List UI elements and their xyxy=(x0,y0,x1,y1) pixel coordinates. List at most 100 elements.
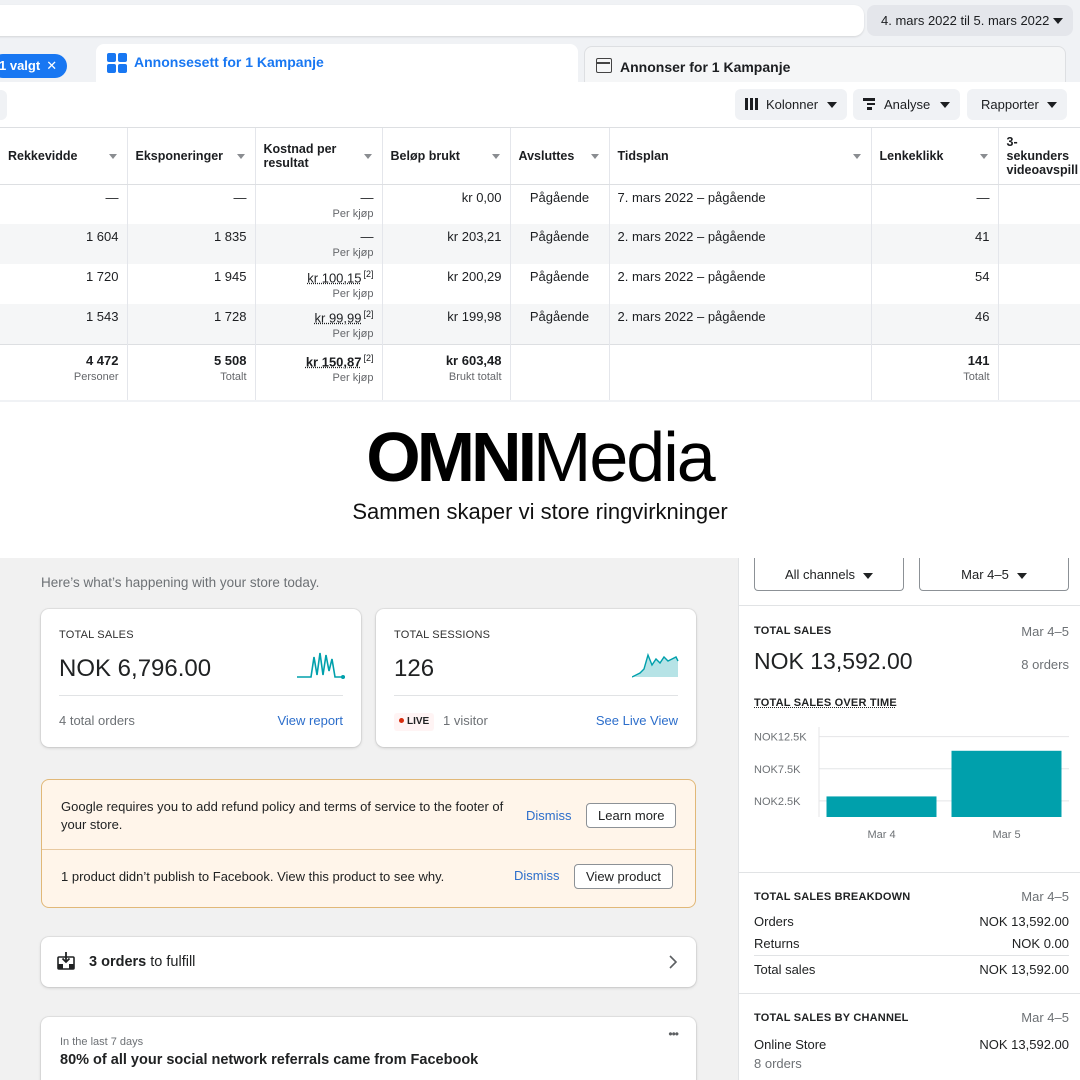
column-header-schedule[interactable]: Tidsplan xyxy=(609,128,872,185)
total-video-plays xyxy=(998,343,1080,400)
total-sales-amount: NOK 13,592.00 xyxy=(754,648,913,674)
cell-ends: Pågående xyxy=(510,224,610,264)
sort-icon xyxy=(590,154,599,159)
search-bar[interactable] xyxy=(0,5,864,36)
orders-to-fulfill-text: 3 orders to fulfill xyxy=(89,954,196,970)
breakdown-row-total: Total sales NOK 13,592.00 xyxy=(754,962,1069,977)
cell-schedule: 7. mars 2022 – pågående xyxy=(609,184,872,224)
notice-banner: Google requires you to add refund policy… xyxy=(41,779,696,908)
table-row[interactable]: 1 720 1 945 kr 100,15 [2] Per kjøp kr 200,… xyxy=(0,264,1080,304)
y-tick-label: NOK2.5K xyxy=(754,796,801,808)
brand-banner: OMNIMedia Sammen skaper vi store ringvir… xyxy=(0,402,1080,558)
view-report-link[interactable]: View report xyxy=(277,713,343,728)
sort-icon xyxy=(979,154,988,159)
chevron-down-icon xyxy=(863,572,874,579)
adsets-grid-icon xyxy=(107,53,127,73)
toolbar-edge xyxy=(0,90,7,120)
columns-icon xyxy=(745,98,759,110)
view-product-button[interactable]: View product xyxy=(574,864,673,889)
see-live-view-link[interactable]: See Live View xyxy=(596,713,678,728)
cell-video-plays xyxy=(998,184,1080,224)
x-tick-label: Mar 4 xyxy=(867,829,895,841)
channel-row-online-store: Online Store NOK 13,592.00 xyxy=(754,1037,1069,1052)
sort-icon xyxy=(363,154,372,159)
ad-window-icon xyxy=(596,58,612,73)
close-icon[interactable]: ✕ xyxy=(46,58,57,73)
omni-media-logo: OMNIMedia xyxy=(366,418,715,496)
sales-by-channel-section: TOTAL SALES BY CHANNEL Mar 4–5 Online St… xyxy=(739,993,1080,1080)
cell-impressions: 1 945 xyxy=(127,264,256,304)
live-badge: LIVE xyxy=(394,711,435,731)
columns-label: Kolonner xyxy=(766,97,819,112)
shopify-dashboard: Here’s what’s happening with your store … xyxy=(0,558,1080,1080)
total-cost-per-result[interactable]: kr 150,87 [2] Per kjøp xyxy=(255,343,383,400)
dismiss-button[interactable]: Dismiss xyxy=(514,868,560,883)
sales-breakdown-title: TOTAL SALES BREAKDOWN xyxy=(754,891,911,903)
total-sessions-label: TOTAL SESSIONS xyxy=(394,629,491,641)
chevron-down-icon xyxy=(1016,572,1027,579)
channel-select[interactable]: All channels xyxy=(754,558,904,591)
chart-bar xyxy=(951,750,1062,817)
column-header-amount-spent[interactable]: Beløp brukt xyxy=(382,128,511,185)
total-impressions: 5 508 Totalt xyxy=(127,343,256,400)
tab-ads[interactable]: Annonser for 1 Kampanje xyxy=(584,46,1066,84)
table-row[interactable]: 1 543 1 728 kr 99,99 [2] Per kjøp kr 199,9… xyxy=(0,304,1080,344)
total-link-clicks: 141 Totalt xyxy=(871,343,999,400)
sales-breakdown-date: Mar 4–5 xyxy=(1021,889,1069,904)
reports-label: Rapporter xyxy=(981,97,1039,112)
x-tick-label: Mar 5 xyxy=(992,829,1020,841)
column-header-ends[interactable]: Avsluttes xyxy=(510,128,610,185)
cell-cost-per-result: — Per kjøp xyxy=(255,224,383,264)
cell-video-plays xyxy=(998,304,1080,344)
cell-video-plays xyxy=(998,224,1080,264)
tab-adsets-label: Annonsesett for 1 Kampanje xyxy=(134,54,324,70)
column-header-video-plays[interactable]: 3-sekunders videoavspill xyxy=(998,128,1080,185)
breakdown-row-returns: Returns NOK 0.00 xyxy=(754,936,1069,951)
selected-chip[interactable]: 1 valgt ✕ xyxy=(0,54,68,78)
column-header-link-clicks[interactable]: Lenkeklikk xyxy=(871,128,999,185)
analysis-button[interactable]: Analyse xyxy=(853,89,960,120)
total-sales-label: TOTAL SALES xyxy=(59,629,134,641)
cell-impressions: 1 728 xyxy=(127,304,256,344)
date-range-picker[interactable]: 4. mars 2022 til 5. mars 2022 xyxy=(867,5,1073,36)
sort-icon xyxy=(852,154,861,159)
date-select[interactable]: Mar 4–5 xyxy=(919,558,1069,591)
cell-cost-per-result[interactable]: kr 100,15 [2] Per kjøp xyxy=(255,264,383,304)
column-header-reach[interactable]: Rekkevidde xyxy=(0,128,128,185)
learn-more-button[interactable]: Learn more xyxy=(586,803,677,828)
total-sales-value: NOK 6,796.00 xyxy=(59,655,212,682)
tagline: Sammen skaper vi store ringvirkninger xyxy=(352,499,728,524)
sales-by-channel-date: Mar 4–5 xyxy=(1021,1010,1069,1025)
chevron-down-icon xyxy=(940,102,950,108)
table-row[interactable]: 1 604 1 835 — Per kjøp kr 203,21 Pågående… xyxy=(0,224,1080,264)
analytics-sidebar: All channels Mar 4–5 TOTAL SALES Mar 4–5… xyxy=(738,558,1080,1080)
cell-reach: — xyxy=(0,184,128,224)
live-dot-icon xyxy=(399,718,404,723)
more-actions-icon[interactable]: ••• xyxy=(668,1027,679,1041)
insight-title: 80% of all your social network referrals… xyxy=(60,1052,479,1068)
chart-bar xyxy=(826,796,937,817)
cell-cost-per-result[interactable]: kr 99,99 [2] Per kjøp xyxy=(255,304,383,344)
cell-reach: 1 720 xyxy=(0,264,128,304)
cell-link-clicks: — xyxy=(871,184,999,224)
chevron-down-icon xyxy=(827,102,837,108)
inbox-download-icon xyxy=(57,952,75,970)
reports-button[interactable]: Rapporter xyxy=(967,89,1067,120)
columns-button[interactable]: Kolonner xyxy=(735,89,847,120)
table-header-row: Rekkevidde Eksponeringer Kostnad per res… xyxy=(0,128,1080,185)
sales-breakdown-section: TOTAL SALES BREAKDOWN Mar 4–5 Orders NOK … xyxy=(739,872,1080,993)
sales-over-time-title[interactable]: TOTAL SALES OVER TIME xyxy=(754,697,897,709)
table-row[interactable]: — — — Per kjøp kr 0,00 Pågående 7. mars 2… xyxy=(0,184,1080,224)
column-header-impressions[interactable]: Eksponeringer xyxy=(127,128,256,185)
total-reach: 4 472 Personer xyxy=(0,343,128,400)
cell-ends: Pågående xyxy=(510,264,610,304)
facebook-publish-notice: 1 product didn’t publish to Facebook. Vi… xyxy=(61,869,445,884)
tab-campaigns[interactable]: 1 valgt ✕ xyxy=(0,44,90,84)
chevron-down-icon xyxy=(1047,102,1057,108)
cell-ends: Pågående xyxy=(510,304,610,344)
cell-amount-spent: kr 203,21 xyxy=(382,224,511,264)
column-header-cost-per-result[interactable]: Kostnad per resultat xyxy=(255,128,383,185)
dismiss-button[interactable]: Dismiss xyxy=(526,808,572,823)
orders-to-fulfill-card[interactable]: 3 orders to fulfill xyxy=(41,937,696,987)
tab-adsets[interactable]: Annonsesett for 1 Kampanje xyxy=(96,44,578,84)
